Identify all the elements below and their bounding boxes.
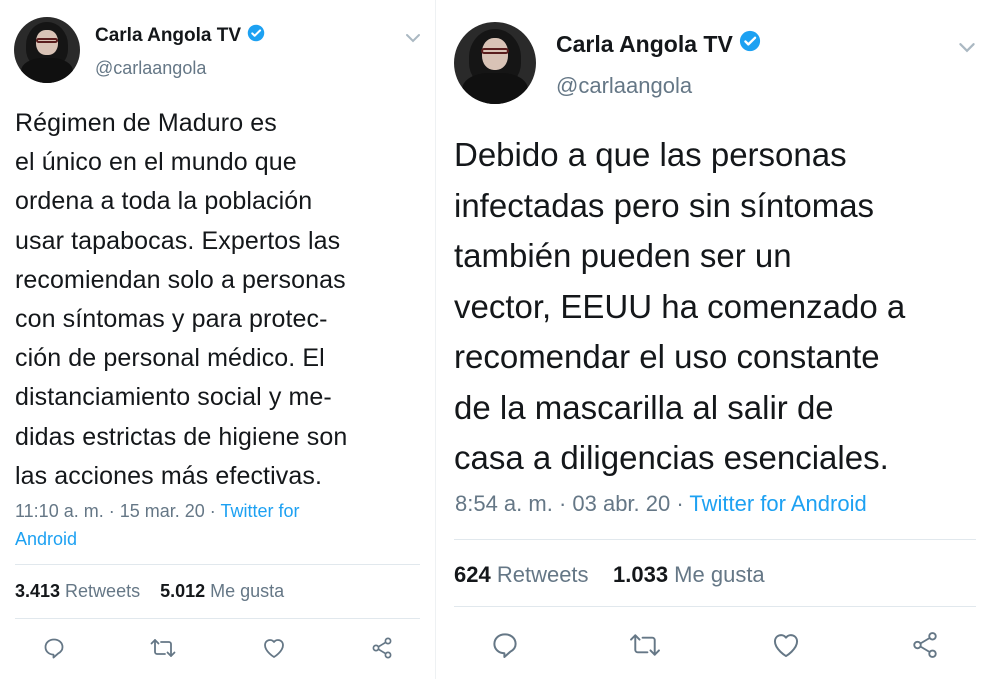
tweet-stats: 624 Retweets 1.033 Me gusta <box>454 562 765 588</box>
retweet-icon[interactable] <box>149 636 177 660</box>
tweet-text: Debido a que las personas infectadas per… <box>454 136 906 476</box>
like-icon[interactable] <box>770 630 802 660</box>
divider <box>454 606 976 607</box>
verified-badge-icon <box>247 24 265 48</box>
retweets-stat[interactable]: 624 Retweets <box>454 562 589 587</box>
tweet-source-link[interactable]: Twitter for Android <box>689 491 866 516</box>
verified-badge-icon <box>739 30 761 58</box>
like-icon[interactable] <box>261 636 287 660</box>
likes-stat[interactable]: 1.033 Me gusta <box>613 562 765 587</box>
tweet-timestamp[interactable]: 11:10 a. m. · 15 mar. 20 · <box>15 501 220 521</box>
tweet-actions <box>42 634 394 662</box>
reply-icon[interactable] <box>490 630 520 660</box>
tweet-card-right: Carla Angola TV @carlaangola Debido a qu… <box>440 0 994 679</box>
tweet-meta: 11:10 a. m. · 15 mar. 20 · Twitter for A… <box>15 497 415 553</box>
tweet-card-left: Carla Angola TV @carlaangola Régimen de … <box>0 0 434 679</box>
divider <box>15 618 420 619</box>
share-icon[interactable] <box>370 636 394 660</box>
tweet-meta: 8:54 a. m. · 03 abr. 20 · Twitter for An… <box>455 489 867 519</box>
author-name-row[interactable]: Carla Angola TV <box>556 30 761 58</box>
retweets-count: 3.413 <box>15 581 61 601</box>
retweets-count: 624 <box>454 562 491 587</box>
avatar[interactable] <box>454 22 536 104</box>
tweet-stats: 3.413 Retweets 5.012 Me gusta <box>15 581 284 602</box>
retweets-label: Retweets <box>60 581 141 601</box>
tweet-timestamp[interactable]: 8:54 a. m. · 03 abr. 20 · <box>455 491 689 516</box>
share-icon[interactable] <box>910 630 940 660</box>
author-name[interactable]: Carla Angola TV <box>95 25 241 47</box>
avatar[interactable] <box>14 17 80 83</box>
retweets-stat[interactable]: 3.413 Retweets <box>15 581 140 601</box>
likes-stat[interactable]: 5.012 Me gusta <box>160 581 284 601</box>
likes-count: 1.033 <box>613 562 669 587</box>
tweet-actions <box>490 628 940 662</box>
author-handle[interactable]: @carlaangola <box>556 73 692 99</box>
author-handle[interactable]: @carlaangola <box>95 58 206 79</box>
chevron-down-icon[interactable] <box>405 30 421 48</box>
author-name[interactable]: Carla Angola TV <box>556 31 733 58</box>
tweet-text: Régimen de Maduro es el único en el mund… <box>15 109 348 490</box>
divider <box>15 564 420 565</box>
retweet-icon[interactable] <box>628 630 662 660</box>
chevron-down-icon[interactable] <box>958 40 976 58</box>
divider <box>454 539 976 540</box>
retweets-label: Retweets <box>490 562 589 587</box>
likes-count: 5.012 <box>160 581 206 601</box>
author-name-row[interactable]: Carla Angola TV <box>95 24 265 48</box>
likes-label: Me gusta <box>205 581 285 601</box>
likes-label: Me gusta <box>668 562 765 587</box>
reply-icon[interactable] <box>42 636 66 660</box>
